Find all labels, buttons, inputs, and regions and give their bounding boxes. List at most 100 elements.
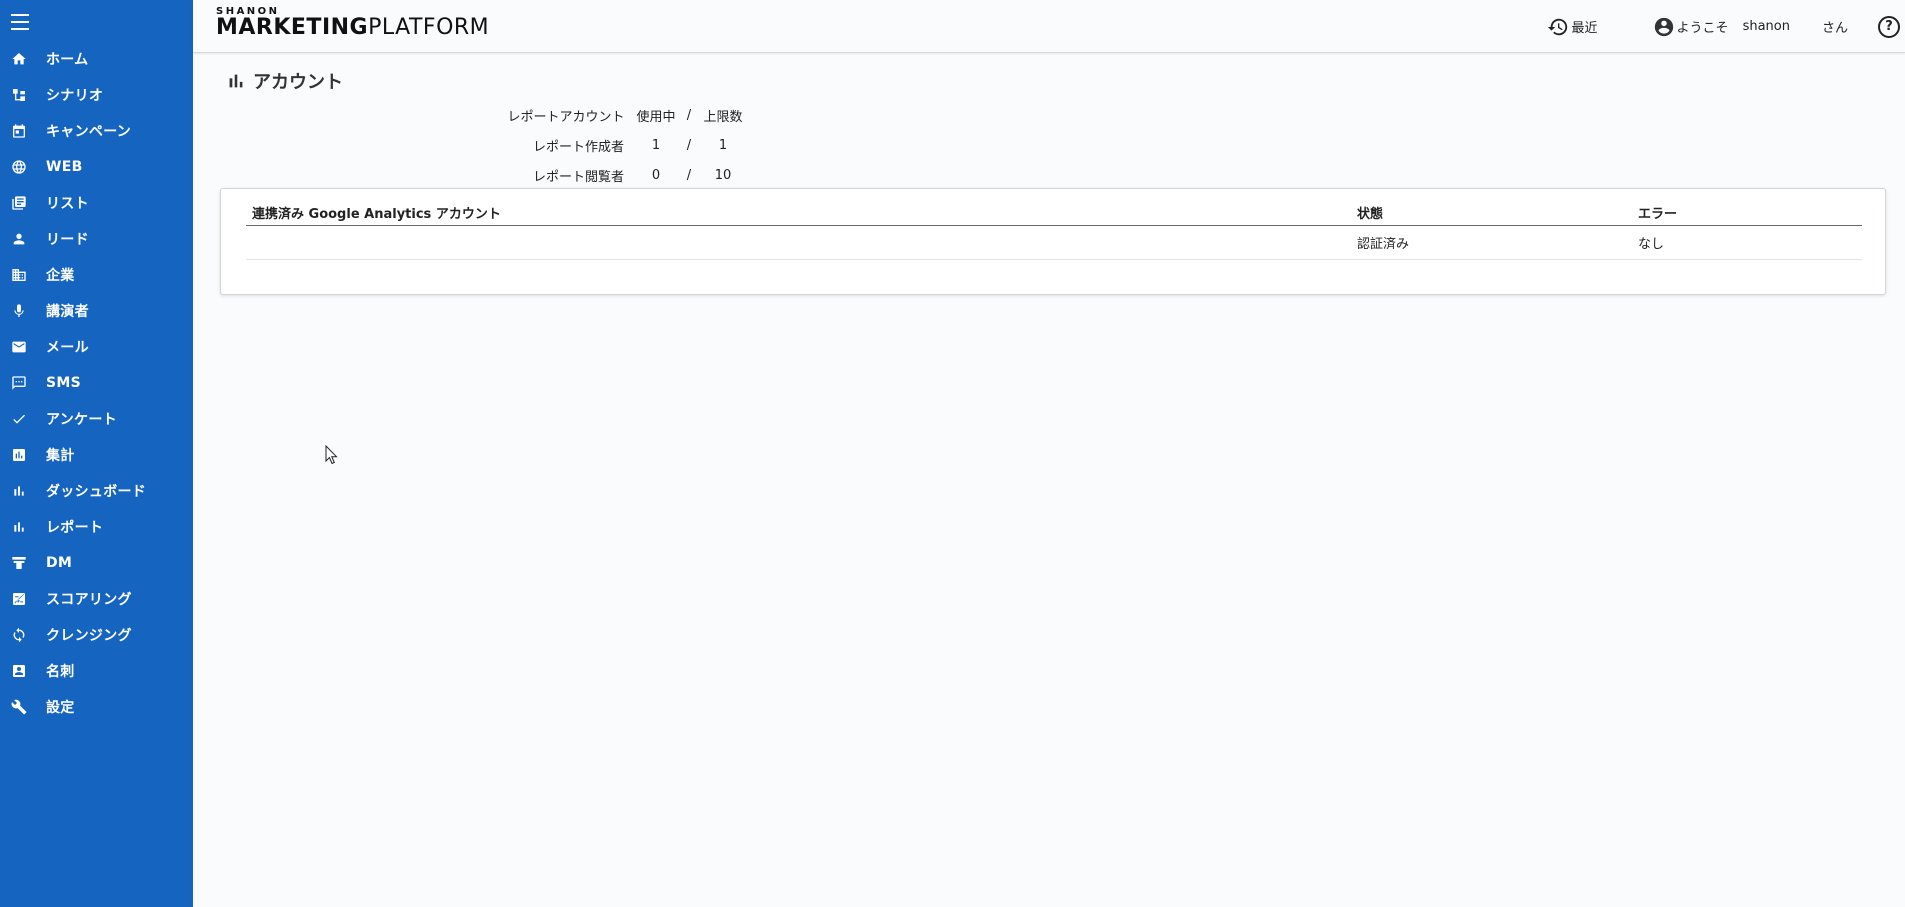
sidebar-item-label: キャンペーン xyxy=(46,124,132,140)
scenario-icon xyxy=(11,87,27,103)
user-menu[interactable]: ようこそ shanon さん xyxy=(1653,16,1848,38)
sidebar-item-label: スコアリング xyxy=(46,592,132,608)
wrench-icon xyxy=(11,699,27,715)
table-header: 連携済み Google Analytics アカウント 状態 エラー xyxy=(246,200,1862,226)
card-icon xyxy=(11,663,27,679)
usage-header-slash: / xyxy=(686,107,692,123)
sidebar-item-sms[interactable]: SMS xyxy=(0,365,193,401)
globe-icon xyxy=(11,159,27,175)
calendar-icon xyxy=(11,123,27,139)
sidebar-item-list[interactable]: リスト xyxy=(0,185,193,221)
page-title: アカウント xyxy=(225,68,343,94)
column-header-account: 連携済み Google Analytics アカウント xyxy=(252,207,501,222)
sidebar-item-dm[interactable]: DM xyxy=(0,545,193,581)
history-icon xyxy=(1547,18,1567,35)
sidebar-item-aggregate[interactable]: 集計 xyxy=(0,437,193,473)
usage-row-label: レポート閲覧者 xyxy=(532,169,624,185)
username: shanon xyxy=(1742,19,1790,34)
sidebar-item-label: 集計 xyxy=(46,448,75,464)
sidebar-item-label: メール xyxy=(46,340,89,356)
usage-header-in-use: 使用中 xyxy=(636,109,676,125)
sidebar: ホーム シナリオ キャンペーン WEB リスト リード 企業 講演者 メール S… xyxy=(0,0,193,907)
sidebar-item-label: 講演者 xyxy=(46,304,89,320)
sidebar-item-label: シナリオ xyxy=(46,88,104,104)
cell-error: なし xyxy=(1638,237,1665,252)
sidebar-item-campaign[interactable]: キャンペーン xyxy=(0,113,193,149)
person-icon xyxy=(11,231,27,247)
sidebar-item-survey[interactable]: アンケート xyxy=(0,401,193,437)
sidebar-item-label: リスト xyxy=(46,196,89,212)
building-icon xyxy=(11,267,27,283)
sidebar-item-label: 名刺 xyxy=(46,664,75,680)
usage-row-in-use: 1 xyxy=(651,137,661,153)
sidebar-item-company[interactable]: 企業 xyxy=(0,257,193,293)
welcome-text: ようこそ xyxy=(1676,21,1729,36)
usage-row-viewer: レポート閲覧者 0 / 10 xyxy=(500,160,748,190)
sidebar-item-web[interactable]: WEB xyxy=(0,149,193,185)
cell-status: 認証済み xyxy=(1357,237,1410,252)
sidebar-item-scenario[interactable]: シナリオ xyxy=(0,77,193,113)
table-row[interactable]: 認証済み なし xyxy=(246,226,1862,260)
logo-product-bold: MARKETING xyxy=(216,15,369,40)
sidebar-item-mail[interactable]: メール xyxy=(0,329,193,365)
header-right: 最近 ようこそ shanon さん ? xyxy=(1547,0,1905,53)
menu-icon[interactable] xyxy=(11,14,31,30)
usage-header-limit: 上限数 xyxy=(703,109,743,125)
ga-accounts-card: 連携済み Google Analytics アカウント 状態 エラー 認証済み … xyxy=(220,188,1886,295)
sidebar-nav: ホーム シナリオ キャンペーン WEB リスト リード 企業 講演者 メール S… xyxy=(0,41,193,725)
column-header-error: エラー xyxy=(1638,207,1678,222)
sidebar-item-settings[interactable]: 設定 xyxy=(0,689,193,725)
sidebar-item-label: 企業 xyxy=(46,268,75,284)
mouse-cursor-icon xyxy=(325,445,338,465)
logo[interactable]: SHANON MARKETINGPLATFORM xyxy=(216,6,489,39)
sync-icon xyxy=(11,627,27,643)
recent-button[interactable]: 最近 xyxy=(1547,16,1598,38)
usage-row-in-use: 0 xyxy=(651,167,661,183)
check-icon xyxy=(11,411,27,427)
usage-row-limit: 10 xyxy=(714,167,732,183)
bar-chart-icon xyxy=(225,70,247,92)
chart-box-icon xyxy=(11,447,27,463)
honorific: さん xyxy=(1821,21,1848,36)
sidebar-item-report[interactable]: レポート xyxy=(0,509,193,545)
usage-header-row: レポートアカウント 使用中 / 上限数 xyxy=(500,100,748,130)
bar-chart-icon xyxy=(11,483,27,499)
sidebar-item-label: WEB xyxy=(46,159,83,175)
sidebar-item-business-card[interactable]: 名刺 xyxy=(0,653,193,689)
home-icon xyxy=(11,51,27,67)
mail-icon xyxy=(11,339,27,355)
sidebar-item-scoring[interactable]: スコアリング xyxy=(0,581,193,617)
usage-row-limit: 1 xyxy=(718,137,728,153)
usage-row-slash: / xyxy=(686,167,692,183)
top-header: SHANON MARKETINGPLATFORM 最近 ようこそ shanon … xyxy=(193,0,1905,53)
sms-icon xyxy=(11,375,27,391)
bar-chart-icon xyxy=(11,519,27,535)
microphone-icon xyxy=(11,303,27,319)
usage-header-account: レポートアカウント xyxy=(507,109,625,125)
sidebar-item-label: アンケート xyxy=(46,412,117,428)
usage-row-slash: / xyxy=(686,137,692,153)
sidebar-item-label: DM xyxy=(46,555,73,571)
sidebar-item-label: 設定 xyxy=(46,700,75,716)
sidebar-item-home[interactable]: ホーム xyxy=(0,41,193,77)
usage-row-creator: レポート作成者 1 / 1 xyxy=(500,130,748,160)
help-icon[interactable]: ? xyxy=(1878,15,1900,38)
usage-row-label: レポート作成者 xyxy=(532,139,624,155)
ga-accounts-table: 連携済み Google Analytics アカウント 状態 エラー 認証済み … xyxy=(246,200,1862,260)
report-account-usage: レポートアカウント 使用中 / 上限数 レポート作成者 1 / 1 レポート閲覧… xyxy=(500,100,748,190)
account-circle-icon xyxy=(1654,17,1673,36)
recent-label: 最近 xyxy=(1571,21,1598,36)
sidebar-item-speaker[interactable]: 講演者 xyxy=(0,293,193,329)
sidebar-item-cleansing[interactable]: クレンジング xyxy=(0,617,193,653)
sidebar-item-label: ダッシュボード xyxy=(46,484,147,500)
sidebar-item-lead[interactable]: リード xyxy=(0,221,193,257)
list-icon xyxy=(11,195,27,211)
sidebar-item-label: リード xyxy=(46,232,89,248)
sidebar-item-label: ホーム xyxy=(46,52,89,68)
scoring-icon xyxy=(11,591,27,607)
page-title-text: アカウント xyxy=(253,72,343,93)
sidebar-item-label: クレンジング xyxy=(46,628,132,644)
sidebar-item-dashboard[interactable]: ダッシュボード xyxy=(0,473,193,509)
print-icon xyxy=(11,555,27,571)
sidebar-item-label: レポート xyxy=(46,520,104,536)
